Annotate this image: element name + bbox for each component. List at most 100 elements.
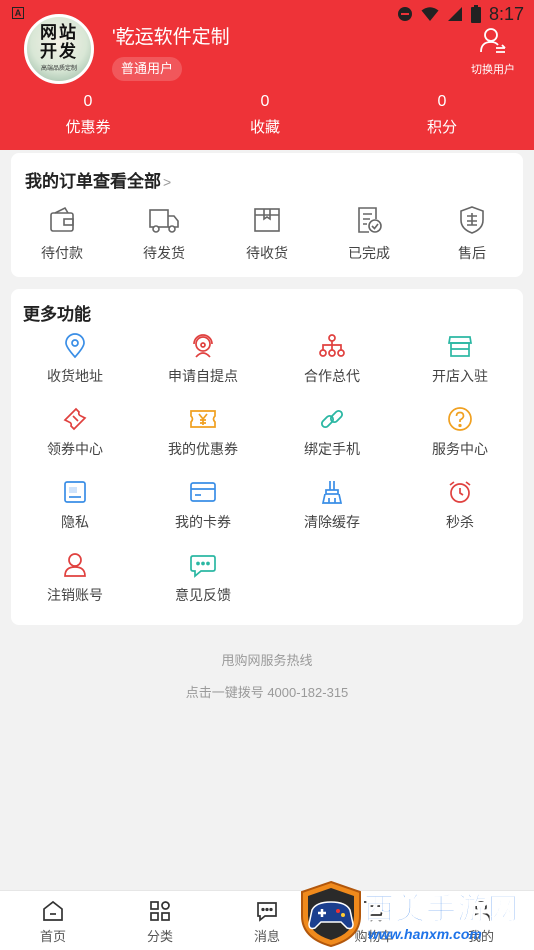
battery-icon <box>470 5 481 23</box>
wallet-icon <box>50 206 74 232</box>
stat-favorites[interactable]: 0 收藏 <box>205 92 325 140</box>
order-item-label: 待收货 <box>246 245 288 261</box>
func-label: 领券中心 <box>47 441 103 457</box>
tab-label: 分类 <box>146 929 173 944</box>
func-label: 我的优惠券 <box>168 441 238 457</box>
func-clear-cache[interactable]: 清除缓存 <box>277 479 387 532</box>
site-watermark: 西美手游网 www.hanxm.com <box>298 880 534 950</box>
func-label: 开店入驻 <box>432 368 488 384</box>
switch-user-icon <box>480 28 506 53</box>
hotline-dial-link[interactable]: 点击一键拨号 4000-182-315 <box>0 682 534 701</box>
order-item-label: 待发货 <box>143 245 185 261</box>
stat-points[interactable]: 0 积分 <box>382 92 502 140</box>
more-functions-title: 更多功能 <box>23 305 91 324</box>
after-sale-shield-icon <box>460 206 484 234</box>
order-pending-payment[interactable]: 待付款 <box>22 205 102 263</box>
location-pin-icon <box>65 333 85 359</box>
more-functions-card: 更多功能 收货地址 申请自提点 合作总代 开店入驻 领券中心 我的优惠券 绑定手… <box>11 289 523 625</box>
chat-bubble-icon <box>190 555 216 578</box>
orders-card: 我的订单查看全部 > 待付款 待发货 待收货 已完成 售后 <box>11 153 523 277</box>
card-icon <box>190 482 216 502</box>
broom-icon <box>321 481 343 504</box>
profile-header: A 8:17 网站 开发 高端品质定制 '乾运软件定制 普通用户 切换用户 0 … <box>0 0 534 150</box>
stat-label: 收藏 <box>249 119 280 136</box>
stat-label: 优惠券 <box>65 119 111 136</box>
order-item-label: 已完成 <box>348 245 390 261</box>
privacy-card-icon <box>64 481 86 503</box>
tab-label: 首页 <box>39 929 66 944</box>
func-label: 注销账号 <box>47 587 103 603</box>
link-icon <box>320 409 344 429</box>
stat-label: 积分 <box>426 119 457 136</box>
alarm-clock-icon <box>449 481 471 503</box>
stat-value: 0 <box>83 93 93 110</box>
stat-value: 0 <box>437 93 447 110</box>
func-label: 收货地址 <box>47 368 103 384</box>
func-label: 合作总代 <box>304 368 360 384</box>
func-apply-pickup-point[interactable]: 申请自提点 <box>148 333 258 386</box>
func-partner-agent[interactable]: 合作总代 <box>277 333 387 386</box>
func-label: 我的卡券 <box>175 514 231 530</box>
document-check-icon <box>358 207 382 233</box>
order-after-sale[interactable]: 售后 <box>432 205 512 263</box>
tab-home[interactable]: 首页 <box>23 899 83 945</box>
chevron-right-icon: > <box>163 174 172 190</box>
watermark-title: 西美手游网 <box>364 893 519 927</box>
func-label: 服务中心 <box>432 441 488 457</box>
notification-icon: A <box>12 7 24 19</box>
tab-label: 消息 <box>253 929 280 944</box>
switch-user-label: 切换用户 <box>471 64 515 76</box>
avatar-text-line: 开发 <box>40 42 78 62</box>
func-label: 申请自提点 <box>168 368 238 384</box>
stats-row: 0 优惠券 0 收藏 0 积分 <box>0 92 534 142</box>
switch-user-button[interactable]: 切换用户 <box>470 26 516 77</box>
stat-coupons[interactable]: 0 优惠券 <box>28 92 148 140</box>
ticket-icon <box>63 407 87 431</box>
store-icon <box>447 336 473 357</box>
func-feedback[interactable]: 意见反馈 <box>148 552 258 605</box>
func-my-cards[interactable]: 我的卡券 <box>148 479 258 532</box>
truck-icon <box>149 209 179 233</box>
signal-icon <box>447 7 462 21</box>
coupon-yen-icon <box>190 410 216 428</box>
func-coupon-center[interactable]: 领券中心 <box>20 406 130 459</box>
avatar-subtext: 高端品质定制 <box>40 66 77 72</box>
func-label: 隐私 <box>61 514 89 530</box>
order-completed[interactable]: 已完成 <box>329 205 409 263</box>
wifi-icon <box>421 7 439 21</box>
avatar-text-line: 网站 <box>40 23 78 43</box>
do-not-disturb-icon <box>397 7 412 21</box>
username: '乾运软件定制 <box>112 27 230 48</box>
tab-messages[interactable]: 消息 <box>237 899 297 945</box>
user-level-badge: 普通用户 <box>112 57 183 81</box>
func-label: 绑定手机 <box>304 441 360 457</box>
func-delete-account[interactable]: 注销账号 <box>20 552 130 605</box>
func-open-store[interactable]: 开店入驻 <box>405 333 515 386</box>
order-item-label: 售后 <box>458 245 486 261</box>
grid-icon <box>150 901 170 921</box>
order-pending-receipt[interactable]: 待收货 <box>227 205 307 263</box>
user-icon <box>64 553 86 577</box>
orders-title: 我的订单查看全部 <box>25 172 161 191</box>
avatar[interactable]: 网站 开发 高端品质定制 <box>24 14 94 84</box>
status-time: 8:17 <box>488 3 524 24</box>
orders-view-all-link[interactable]: 我的订单查看全部 > <box>25 167 171 192</box>
order-pending-shipment[interactable]: 待发货 <box>124 205 204 263</box>
help-circle-icon <box>448 407 472 431</box>
func-flash-sale[interactable]: 秒杀 <box>405 479 515 532</box>
func-label: 清除缓存 <box>304 514 360 530</box>
service-person-icon <box>193 334 213 358</box>
func-label: 意见反馈 <box>175 587 231 603</box>
tab-category[interactable]: 分类 <box>130 899 190 945</box>
func-privacy[interactable]: 隐私 <box>20 479 130 532</box>
func-label: 秒杀 <box>446 514 474 530</box>
func-my-coupons[interactable]: 我的优惠券 <box>148 406 258 459</box>
package-icon <box>254 208 280 232</box>
func-bind-phone[interactable]: 绑定手机 <box>277 406 387 459</box>
message-icon <box>257 902 277 922</box>
stat-value: 0 <box>260 93 270 110</box>
func-shipping-address[interactable]: 收货地址 <box>20 333 130 386</box>
watermark-url: www.hanxm.com <box>368 926 482 942</box>
org-tree-icon <box>319 334 345 357</box>
func-service-center[interactable]: 服务中心 <box>405 406 515 459</box>
